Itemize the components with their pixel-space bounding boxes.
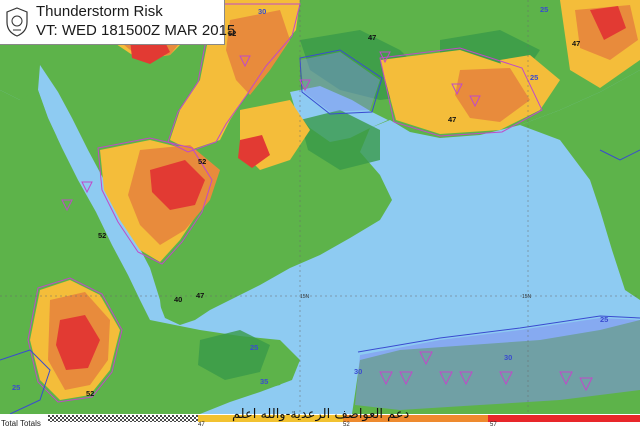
arabic-watermark-text: دعم العواصف الرعدية-والله اعلم — [232, 407, 410, 422]
contour-label: 52 — [86, 389, 94, 398]
forecast-map-screenshot: 15N 15N 30 52 47 47 25 52 52 47 40 25 35… — [0, 0, 640, 429]
contour-label: 25 — [250, 343, 258, 352]
contour-label: 25 — [530, 73, 538, 82]
legend-label: Total Totals — [1, 419, 41, 428]
contour-label: 47 — [368, 33, 376, 42]
gridline-label-15n-b: 15N — [522, 294, 532, 300]
gridline-label-15n-a: 15N — [300, 294, 310, 300]
title-panel: Thunderstorm Risk VT: WED 181500Z MAR 20… — [0, 0, 235, 45]
contour-label: 35 — [260, 377, 268, 386]
contour-label: 52 — [98, 231, 106, 240]
contour-label: 30 — [354, 367, 362, 376]
contour-label: 47 — [572, 39, 580, 48]
thunderstorm-risk-map: 15N 15N 30 52 47 47 25 52 52 47 40 25 35… — [0, 0, 640, 414]
legend-tick-52: 52 — [343, 422, 350, 428]
contour-label: 47 — [196, 291, 204, 300]
contour-label: 25 — [12, 383, 20, 392]
contour-label: 52 — [198, 157, 206, 166]
contour-label: 25 — [600, 315, 608, 324]
legend-band-57 — [488, 415, 640, 422]
legend-tick-47: 47 — [198, 422, 205, 428]
map-title: Thunderstorm Risk — [36, 3, 163, 20]
crest-logo-icon — [6, 7, 28, 37]
contour-label: 25 — [540, 5, 548, 14]
contour-label: 30 — [504, 353, 512, 362]
legend-band-below — [48, 415, 198, 422]
contour-label: 30 — [258, 7, 266, 16]
legend-tick-57: 57 — [490, 422, 497, 428]
valid-time-label: VT: WED 181500Z MAR 2015 — [36, 22, 236, 39]
contour-label: 47 — [448, 115, 456, 124]
contour-label: 40 — [174, 295, 182, 304]
